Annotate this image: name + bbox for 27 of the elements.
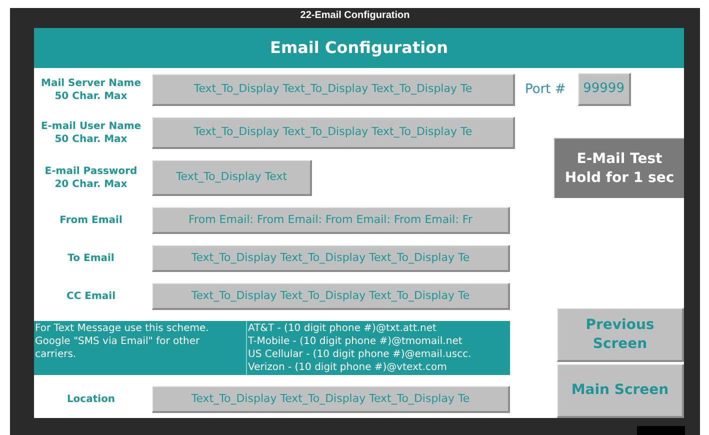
input-field[interactable]: Text_To_Display Text_To_Display Text_To_Display Te: [152, 117, 515, 149]
field-label: CC Email: [66, 290, 116, 303]
input-field[interactable]: Text_To_Display Text_To_Display Text_To_Display Te: [152, 74, 515, 106]
input-field[interactable]: From Email: From Email: From Email: From Email: Fr: [152, 207, 510, 234]
carrier-scheme: US Cellular - (10 digit phone #)@email.uscc.: [248, 348, 472, 361]
field-label: E-mail Password 20 Char. Max: [44, 165, 138, 191]
field-label: Location: [66, 393, 116, 406]
input-field[interactable]: Text_To_Display Text_To_Display Text_To_Display Te: [152, 386, 510, 413]
carrier-scheme: Verizon - (10 digit phone #)@vtext.com: [248, 361, 448, 374]
nav-button[interactable]: Main Screen: [557, 364, 684, 418]
port-field[interactable]: 99999: [578, 73, 631, 106]
field-label: E-mail User Name 50 Char. Max: [40, 120, 142, 146]
input-field[interactable]: Text_To_Display Text: [152, 160, 312, 196]
corner-block: [637, 426, 685, 435]
input-field[interactable]: Text_To_Display Text_To_Display Text_To_Display Te: [152, 245, 510, 272]
test-button[interactable]: E-Mail Test Hold for 1 sec: [554, 138, 684, 198]
screen-header: Email Configuration: [34, 28, 684, 68]
field-label: To Email: [68, 252, 114, 265]
nav-button[interactable]: Previous Screen: [557, 308, 684, 362]
note-text: For Text Message use this scheme. Google "SMS via Email" for other carriers.: [34, 322, 210, 362]
input-field[interactable]: Text_To_Display Text_To_Display Text_To_Display Te: [152, 283, 510, 310]
carrier-scheme: T-Mobile - (10 digit phone #)@tmomail.net: [248, 335, 464, 348]
field-label: Mail Server Name 50 Char. Max: [41, 76, 141, 102]
field-label: From Email: [60, 214, 122, 227]
carrier-scheme: AT&T - (10 digit phone #)@txt.att.net: [248, 322, 438, 335]
window-title: 22-Email Configuration: [300, 9, 410, 23]
port-label: Port #: [525, 80, 566, 99]
